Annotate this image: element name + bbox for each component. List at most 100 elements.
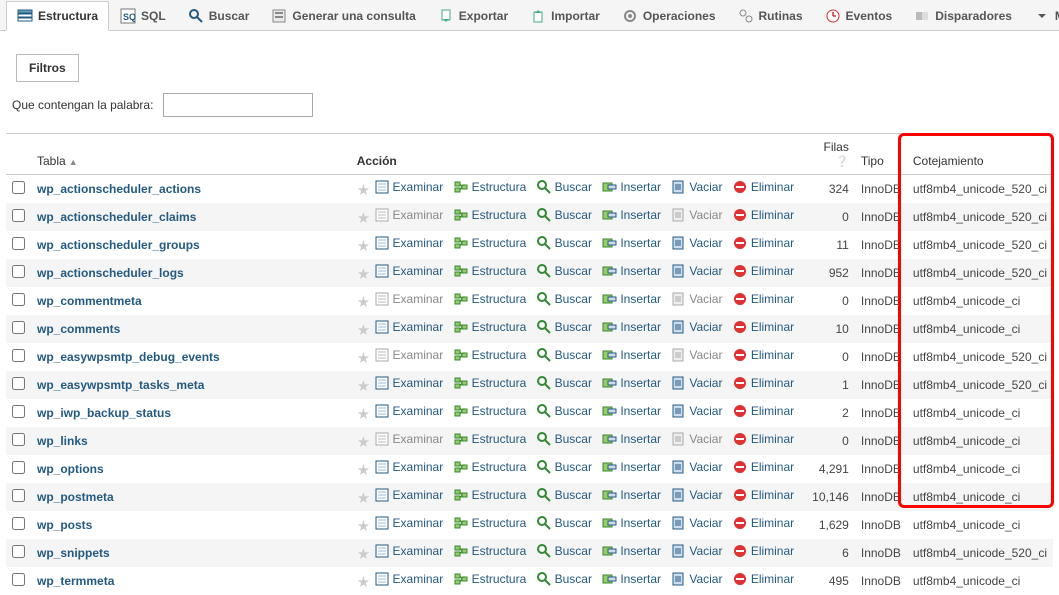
drop-link[interactable]: Eliminar — [732, 431, 794, 447]
table-name-link[interactable]: wp_termmeta — [37, 574, 114, 588]
tab-sql[interactable]: SQLSQL — [109, 1, 177, 30]
browse-link[interactable]: Examinar — [374, 515, 444, 531]
drop-link[interactable]: Eliminar — [732, 347, 794, 363]
row-checkbox[interactable] — [12, 321, 25, 334]
favorite-star-icon[interactable]: ★ — [357, 546, 370, 563]
browse-link[interactable]: Examinar — [374, 235, 444, 251]
col-tabla[interactable]: Tabla▲ — [31, 134, 351, 175]
table-name-link[interactable]: wp_actionscheduler_actions — [37, 182, 201, 196]
empty-link[interactable]: Vaciar — [670, 459, 722, 475]
tab-estructura[interactable]: Estructura — [6, 1, 109, 31]
col-tipo[interactable]: Tipo — [855, 134, 907, 175]
structure-link[interactable]: Estructura — [453, 291, 527, 307]
row-checkbox[interactable] — [12, 573, 25, 586]
empty-link[interactable]: Vaciar — [670, 515, 722, 531]
empty-link[interactable]: Vaciar — [670, 543, 722, 559]
table-name-link[interactable]: wp_actionscheduler_claims — [37, 210, 196, 224]
drop-link[interactable]: Eliminar — [732, 515, 794, 531]
browse-link[interactable]: Examinar — [374, 263, 444, 279]
tab-exportar[interactable]: Exportar — [427, 1, 519, 30]
table-name-link[interactable]: wp_snippets — [37, 546, 110, 560]
filter-input[interactable] — [163, 93, 313, 117]
drop-link[interactable]: Eliminar — [732, 487, 794, 503]
tab-rutinas[interactable]: Rutinas — [727, 1, 814, 30]
insert-link[interactable]: Insertar — [601, 263, 661, 279]
browse-link[interactable]: Examinar — [374, 571, 444, 587]
empty-link[interactable]: Vaciar — [670, 179, 722, 195]
structure-link[interactable]: Estructura — [453, 347, 527, 363]
row-checkbox[interactable] — [12, 237, 25, 250]
favorite-star-icon[interactable]: ★ — [357, 322, 370, 339]
browse-link[interactable]: Examinar — [374, 179, 444, 195]
drop-link[interactable]: Eliminar — [732, 179, 794, 195]
browse-link[interactable]: Examinar — [374, 403, 444, 419]
structure-link[interactable]: Estructura — [453, 179, 527, 195]
empty-link[interactable]: Vaciar — [670, 263, 722, 279]
table-name-link[interactable]: wp_comments — [37, 322, 120, 336]
empty-link[interactable]: Vaciar — [670, 571, 722, 587]
structure-link[interactable]: Estructura — [453, 375, 527, 391]
search-link[interactable]: Buscar — [536, 459, 592, 475]
drop-link[interactable]: Eliminar — [732, 319, 794, 335]
col-filas[interactable]: Filas❔ — [806, 134, 855, 175]
search-link[interactable]: Buscar — [536, 403, 592, 419]
tab-operaciones[interactable]: Operaciones — [611, 1, 727, 30]
search-link[interactable]: Buscar — [536, 543, 592, 559]
drop-link[interactable]: Eliminar — [732, 207, 794, 223]
search-link[interactable]: Buscar — [536, 319, 592, 335]
table-name-link[interactable]: wp_actionscheduler_logs — [37, 266, 184, 280]
search-link[interactable]: Buscar — [536, 375, 592, 391]
insert-link[interactable]: Insertar — [601, 291, 661, 307]
insert-link[interactable]: Insertar — [601, 571, 661, 587]
insert-link[interactable]: Insertar — [601, 459, 661, 475]
structure-link[interactable]: Estructura — [453, 263, 527, 279]
row-checkbox[interactable] — [12, 461, 25, 474]
drop-link[interactable]: Eliminar — [732, 263, 794, 279]
favorite-star-icon[interactable]: ★ — [357, 518, 370, 535]
row-checkbox[interactable] — [12, 209, 25, 222]
help-icon[interactable]: ❔ — [835, 156, 849, 168]
favorite-star-icon[interactable]: ★ — [357, 350, 370, 367]
insert-link[interactable]: Insertar — [601, 207, 661, 223]
table-name-link[interactable]: wp_easywpsmtp_tasks_meta — [37, 378, 204, 392]
col-cotejamiento[interactable]: Cotejamiento — [907, 134, 1053, 175]
structure-link[interactable]: Estructura — [453, 319, 527, 335]
row-checkbox[interactable] — [12, 181, 25, 194]
favorite-star-icon[interactable]: ★ — [357, 378, 370, 395]
empty-link[interactable]: Vaciar — [670, 319, 722, 335]
favorite-star-icon[interactable]: ★ — [357, 434, 370, 451]
tab-generar-una-consulta[interactable]: Generar una consulta — [260, 1, 426, 30]
favorite-star-icon[interactable]: ★ — [357, 406, 370, 423]
insert-link[interactable]: Insertar — [601, 487, 661, 503]
search-link[interactable]: Buscar — [536, 571, 592, 587]
insert-link[interactable]: Insertar — [601, 319, 661, 335]
row-checkbox[interactable] — [12, 517, 25, 530]
favorite-star-icon[interactable]: ★ — [357, 238, 370, 255]
drop-link[interactable]: Eliminar — [732, 235, 794, 251]
table-name-link[interactable]: wp_links — [37, 434, 88, 448]
tab-má[interactable]: Má — [1023, 1, 1059, 30]
empty-link[interactable]: Vaciar — [670, 487, 722, 503]
search-link[interactable]: Buscar — [536, 431, 592, 447]
structure-link[interactable]: Estructura — [453, 431, 527, 447]
empty-link[interactable]: Vaciar — [670, 235, 722, 251]
structure-link[interactable]: Estructura — [453, 571, 527, 587]
browse-link[interactable]: Examinar — [374, 319, 444, 335]
table-name-link[interactable]: wp_posts — [37, 518, 92, 532]
row-checkbox[interactable] — [12, 545, 25, 558]
empty-link[interactable]: Vaciar — [670, 403, 722, 419]
table-name-link[interactable]: wp_easywpsmtp_debug_events — [37, 350, 220, 364]
table-name-link[interactable]: wp_postmeta — [37, 490, 114, 504]
insert-link[interactable]: Insertar — [601, 347, 661, 363]
insert-link[interactable]: Insertar — [601, 431, 661, 447]
search-link[interactable]: Buscar — [536, 263, 592, 279]
search-link[interactable]: Buscar — [536, 347, 592, 363]
drop-link[interactable]: Eliminar — [732, 571, 794, 587]
drop-link[interactable]: Eliminar — [732, 403, 794, 419]
favorite-star-icon[interactable]: ★ — [357, 294, 370, 311]
tab-eventos[interactable]: Eventos — [814, 1, 904, 30]
insert-link[interactable]: Insertar — [601, 235, 661, 251]
browse-link[interactable]: Examinar — [374, 459, 444, 475]
insert-link[interactable]: Insertar — [601, 515, 661, 531]
insert-link[interactable]: Insertar — [601, 375, 661, 391]
